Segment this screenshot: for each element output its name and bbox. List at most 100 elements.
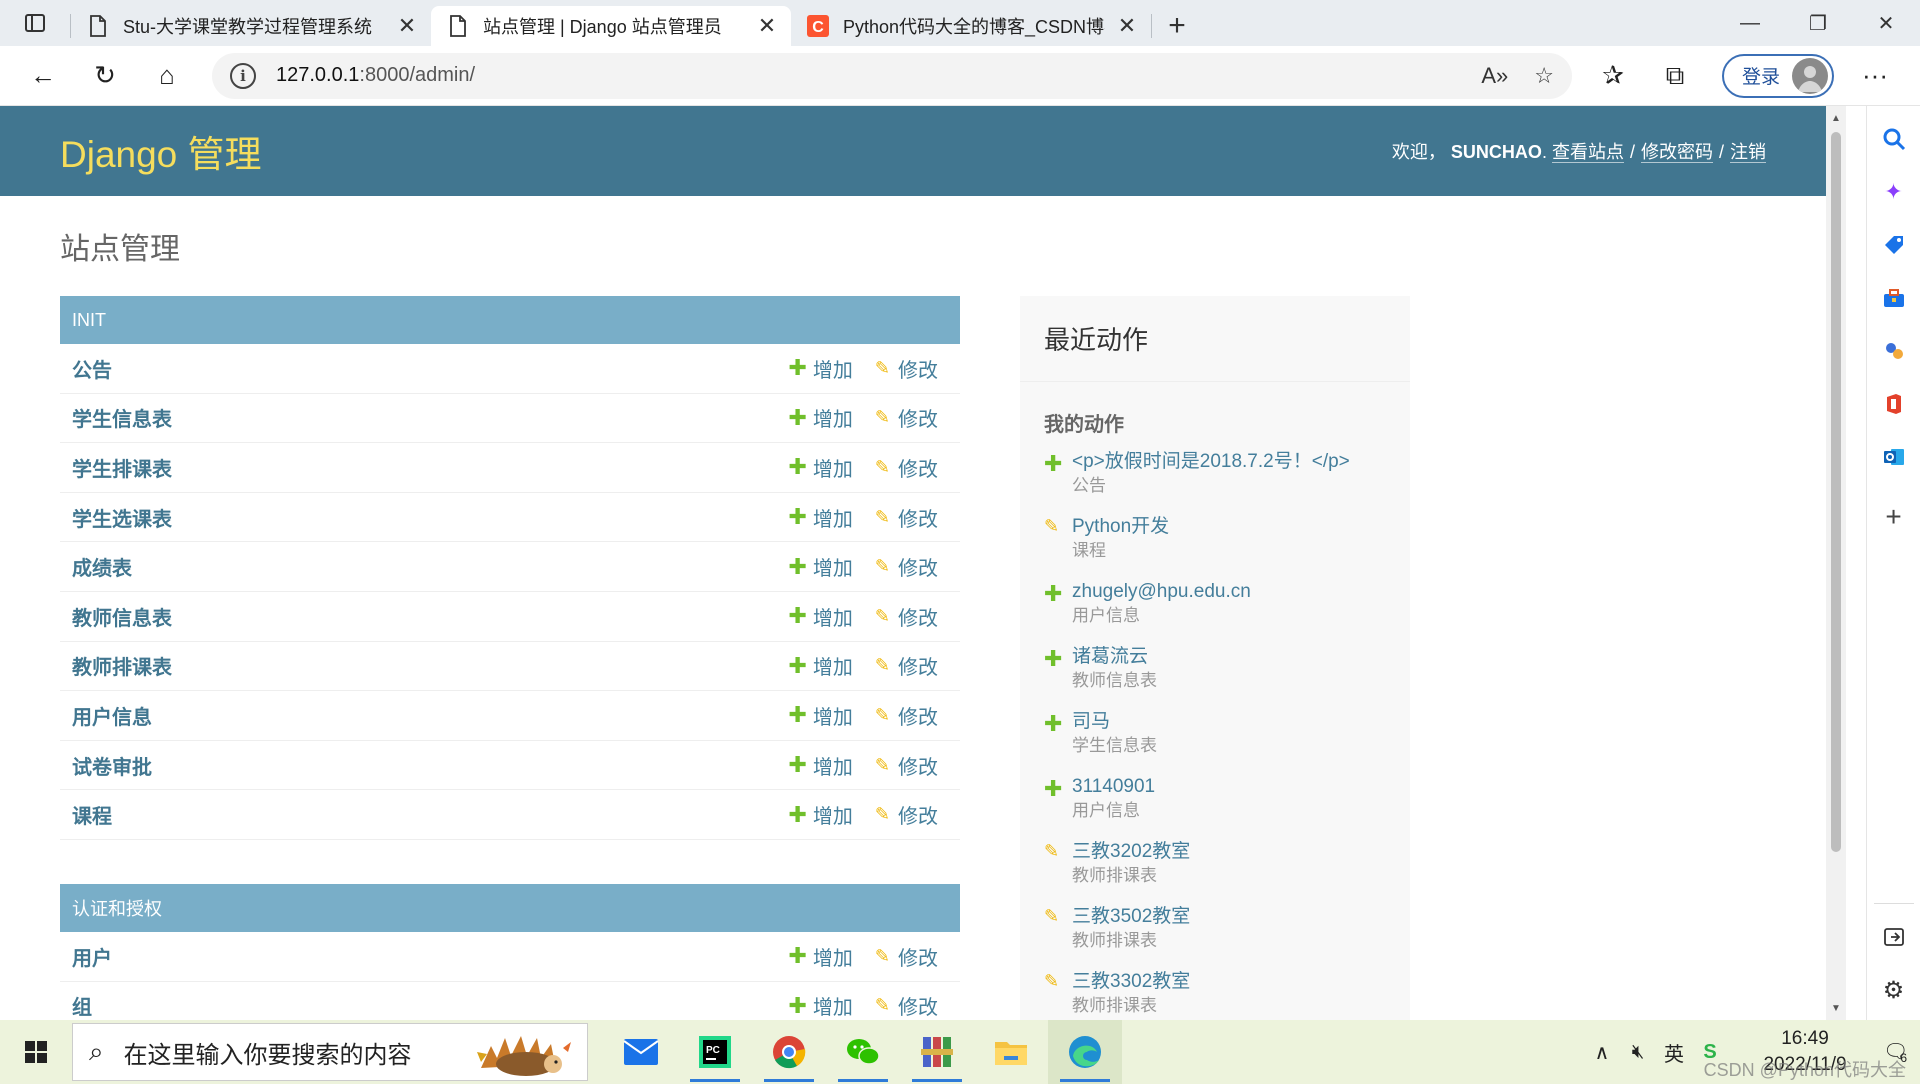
change-link[interactable]: ✎ 修改 [875,403,938,432]
add-link[interactable]: ✚ 增加 [788,602,852,631]
sidebar-add-button[interactable]: + [1874,497,1914,537]
add-link[interactable]: ✚ 增加 [788,701,852,730]
sidebar-shopping-button[interactable] [1874,225,1914,265]
browser-tab-3[interactable]: C Python代码大全的博客_CSDN博客 ✕ [791,6,1151,46]
view-site-link[interactable]: 查看站点 [1551,142,1624,163]
add-link[interactable]: ✚ 增加 [788,453,852,482]
refresh-button[interactable]: ↻ [74,52,136,100]
taskbar-wechat[interactable] [826,1020,900,1084]
add-link[interactable]: ✚ 增加 [788,751,852,780]
add-link[interactable]: ✚ 增加 [788,403,852,432]
scrollbar-thumb[interactable] [1831,132,1841,852]
taskbar-edge[interactable] [1048,1020,1122,1084]
address-bar[interactable]: i 127.0.0.1:8000/admin/ A» ☆ [212,52,1572,99]
close-icon[interactable]: ✕ [1115,13,1139,38]
app-caption[interactable]: INIT [60,296,960,344]
sidebar-hide-button[interactable] [1874,917,1914,957]
input-method-indicator[interactable]: 英 [1656,1038,1692,1067]
new-tab-button[interactable]: + [1152,6,1202,46]
sidebar-office-button[interactable] [1874,384,1914,424]
change-link[interactable]: ✎ 修改 [875,552,938,581]
page-scrollbar[interactable]: ▲ ▼ [1826,106,1846,1020]
model-link[interactable]: 学生选课表 [72,503,788,532]
model-link[interactable]: 组 [72,991,788,1020]
change-password-link[interactable]: 修改密码 [1640,142,1713,163]
sidebar-search-button[interactable] [1874,119,1914,159]
add-link[interactable]: ✚ 增加 [788,991,852,1020]
change-link[interactable]: ✎ 修改 [875,602,938,631]
change-link[interactable]: ✎ 修改 [875,354,938,383]
change-link[interactable]: ✎ 修改 [875,651,938,680]
action-object-link[interactable]: 司马 [1072,709,1157,735]
add-link[interactable]: ✚ 增加 [788,651,852,680]
model-link[interactable]: 成绩表 [72,552,788,581]
add-link[interactable]: ✚ 增加 [788,942,852,971]
action-object-link[interactable]: 三教3502教室 [1072,904,1190,930]
sidebar-outlook-button[interactable] [1874,437,1914,477]
more-menu-button[interactable]: ··· [1844,52,1906,100]
site-branding[interactable]: Django 管理 [60,124,262,178]
model-link[interactable]: 用户 [72,942,788,971]
back-button[interactable]: ← [12,52,74,100]
app-caption[interactable]: 认证和授权 [60,884,960,932]
model-link[interactable]: 学生排课表 [72,453,788,482]
add-link[interactable]: ✚ 增加 [788,503,852,532]
home-button[interactable]: ⌂ [136,52,198,100]
sidebar-games-button[interactable] [1874,331,1914,371]
collections-button[interactable]: ⧉ [1644,52,1706,100]
minimize-button[interactable]: — [1716,0,1784,46]
change-link[interactable]: ✎ 修改 [875,991,938,1020]
action-object-link[interactable]: 三教3302教室 [1072,969,1190,995]
action-object-link[interactable]: zhugely@hpu.edu.cn [1072,579,1251,605]
change-link[interactable]: ✎ 修改 [875,503,938,532]
logout-link[interactable]: 注销 [1730,142,1766,163]
read-aloud-icon[interactable]: A» [1481,63,1508,89]
show-hidden-icons-icon[interactable]: ∧ [1584,1040,1620,1065]
model-link[interactable]: 公告 [72,354,788,383]
start-button[interactable] [0,1020,72,1084]
change-link[interactable]: ✎ 修改 [875,453,938,482]
change-link[interactable]: ✎ 修改 [875,751,938,780]
favorites-button[interactable]: ✰ [1582,52,1644,100]
change-link[interactable]: ✎ 修改 [875,942,938,971]
action-object-link[interactable]: <p>放假时间是2018.7.2号！</p> [1072,449,1350,475]
model-link[interactable]: 课程 [72,800,788,829]
action-object-link[interactable]: Python开发 [1072,514,1169,540]
restore-button[interactable]: ❐ [1784,0,1852,46]
model-link[interactable]: 用户信息 [72,701,788,730]
model-link[interactable]: 教师信息表 [72,602,788,631]
action-object-link[interactable]: 31140901 [1072,774,1155,800]
scroll-up-icon[interactable]: ▲ [1826,108,1846,128]
model-link[interactable]: 学生信息表 [72,403,788,432]
taskbar-file-explorer[interactable] [974,1020,1048,1084]
model-link[interactable]: 试卷审批 [72,751,788,780]
action-object-link[interactable]: 三教3202教室 [1072,839,1190,865]
tab-actions-button[interactable] [0,0,70,46]
close-icon[interactable]: ✕ [395,13,419,38]
taskbar-pycharm[interactable]: PC [678,1020,752,1084]
add-link[interactable]: ✚ 增加 [788,354,852,383]
add-link[interactable]: ✚ 增加 [788,800,852,829]
taskbar-mail[interactable] [604,1020,678,1084]
change-link[interactable]: ✎ 修改 [875,800,938,829]
volume-muted-icon[interactable]: 🔇︎ [1620,1041,1656,1064]
site-info-icon[interactable]: i [230,62,256,89]
add-link[interactable]: ✚ 增加 [788,552,852,581]
taskbar-chrome[interactable] [752,1020,826,1084]
change-label: 修改 [898,947,938,970]
action-object-link[interactable]: 诸葛流云 [1072,644,1157,670]
scroll-down-icon[interactable]: ▼ [1826,998,1846,1018]
model-link[interactable]: 教师排课表 [72,651,788,680]
close-window-button[interactable]: ✕ [1852,0,1920,46]
sidebar-discover-button[interactable]: ✦ [1874,172,1914,212]
taskbar-search-box[interactable]: ⌕ 在这里输入你要搜索的内容 [72,1023,588,1081]
browser-tab-2[interactable]: 站点管理 | Django 站点管理员 ✕ [431,6,791,46]
taskbar-winrar[interactable] [900,1020,974,1084]
sidebar-tools-button[interactable] [1874,278,1914,318]
profile-login-button[interactable]: 登录 [1722,53,1835,98]
sidebar-settings-button[interactable]: ⚙ [1874,970,1914,1010]
browser-tab-1[interactable]: Stu-大学课堂教学过程管理系统 ✕ [71,6,431,46]
change-link[interactable]: ✎ 修改 [875,701,938,730]
close-icon[interactable]: ✕ [755,13,779,38]
add-favorite-icon[interactable]: ☆ [1534,63,1554,89]
